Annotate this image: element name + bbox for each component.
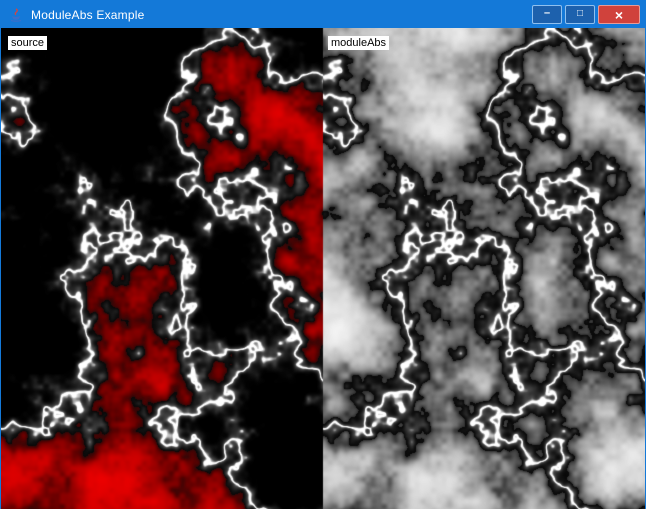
panel-label-moduleabs: moduleAbs: [328, 36, 389, 50]
noise-canvas: [1, 28, 645, 509]
close-button[interactable]: ×: [598, 5, 640, 24]
minimize-icon: –: [544, 8, 550, 19]
panel-label-source: source: [8, 36, 47, 50]
close-icon: ×: [615, 8, 623, 22]
titlebar[interactable]: ModuleAbs Example – □ ×: [1, 1, 645, 28]
window-content: source moduleAbs: [1, 28, 645, 509]
window-controls: – □ ×: [532, 5, 640, 24]
maximize-button[interactable]: □: [565, 5, 595, 24]
maximize-icon: □: [577, 9, 583, 19]
minimize-button[interactable]: –: [532, 5, 562, 24]
window-title: ModuleAbs Example: [31, 8, 144, 22]
app-window: ModuleAbs Example – □ × source moduleAbs: [0, 0, 646, 509]
java-app-icon: [8, 7, 24, 23]
